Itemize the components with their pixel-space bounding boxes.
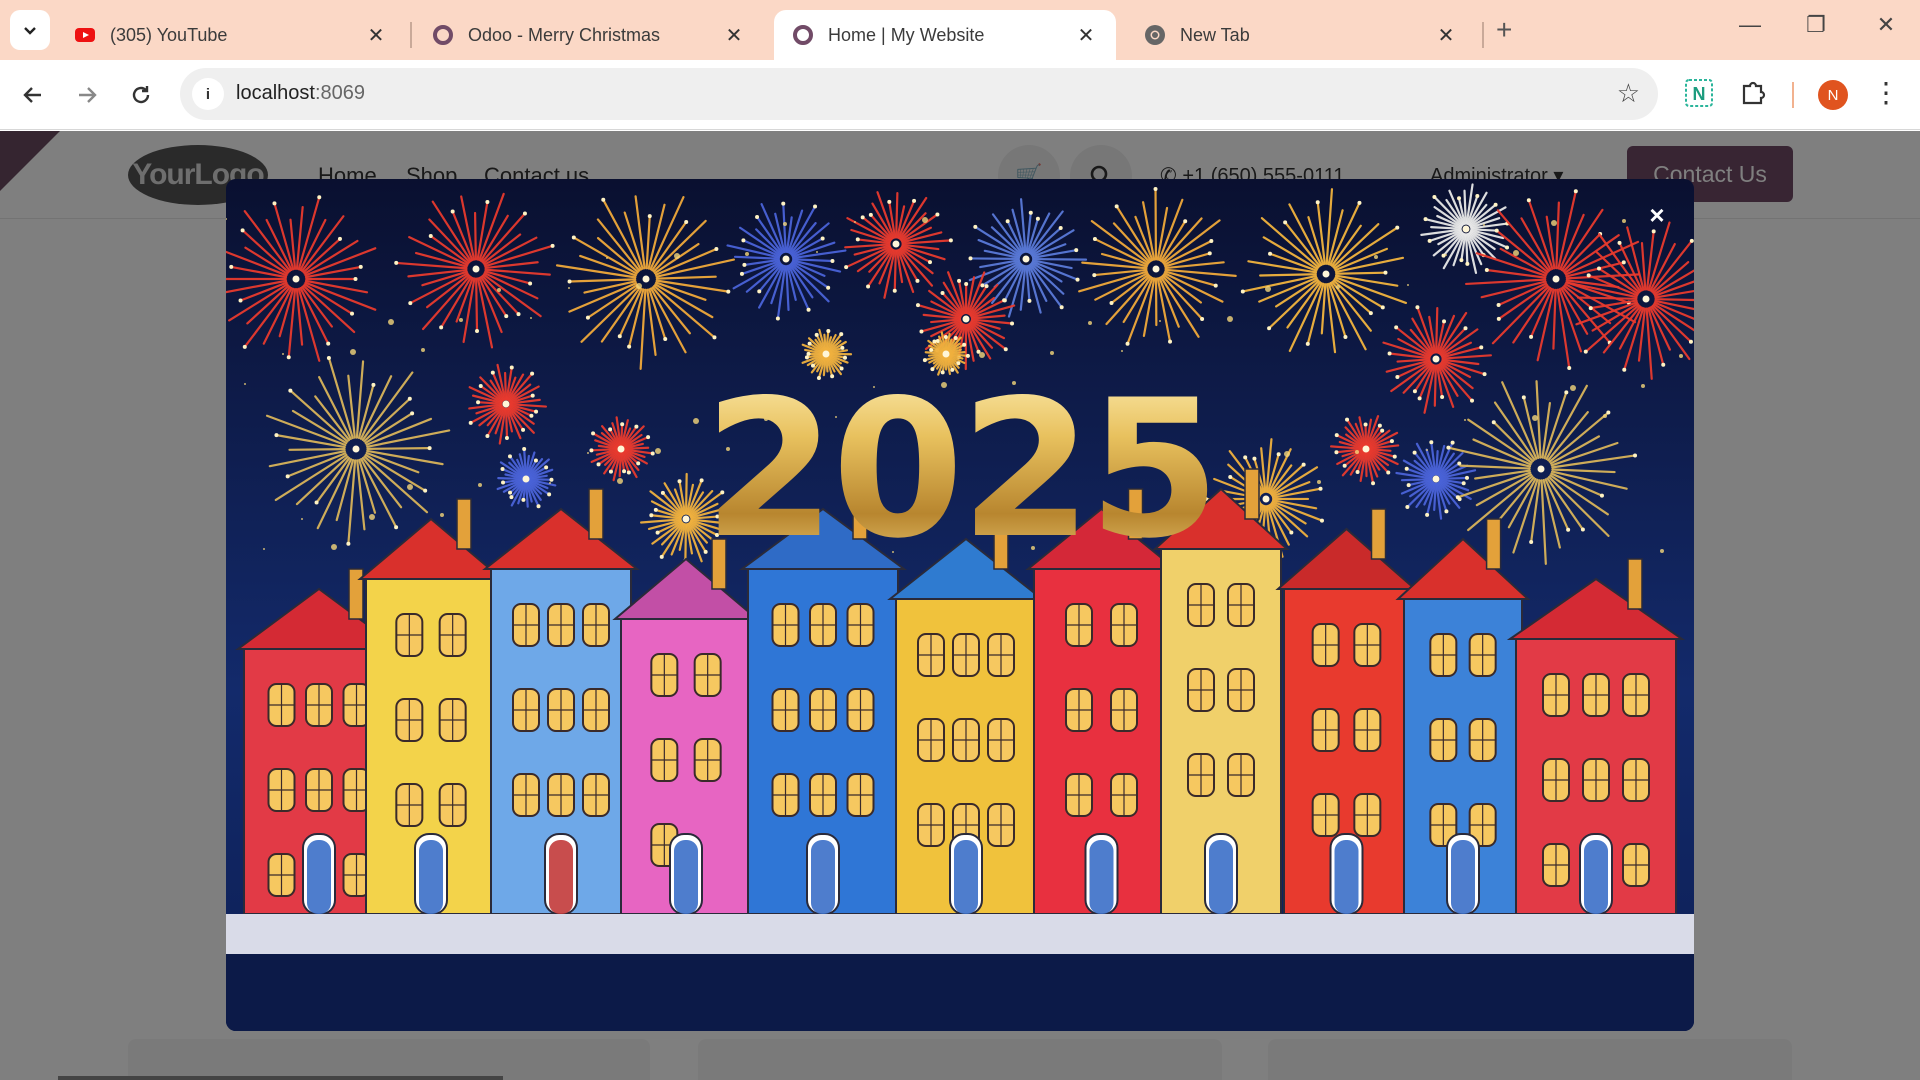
chrome-icon [1145,25,1165,45]
star [816,251,818,253]
chevron-down-icon [24,27,36,35]
tab-title: (305) YouTube [110,24,228,45]
tab-strip: (305) YouTube ✕ Odoo - Merry Christmas ✕… [0,0,1920,60]
star [459,318,463,322]
tab-title: New Tab [1180,24,1250,45]
star [1407,284,1409,286]
new-year-popup: 2025 × [226,179,1694,1031]
star [636,283,642,289]
star [922,217,928,223]
bottom-band [226,954,1694,1031]
website-page: YourLogo Home Shop Contact us 🛒 ✆ +1 (65… [0,131,1920,1080]
star [1121,350,1123,352]
star [1088,321,1092,325]
star [979,352,985,358]
browser-toolbar: i localhost:8069 ☆ N N ⋮ [0,60,1920,130]
minimize-icon[interactable]: — [1730,12,1770,38]
star [1159,320,1161,322]
star [388,319,394,325]
url-text: localhost:8069 [236,82,365,105]
tab-odoo-christmas[interactable]: Odoo - Merry Christmas ✕ [414,10,764,60]
tab-separator [1482,22,1484,48]
extensions-puzzle-icon[interactable] [1738,78,1768,113]
restore-icon[interactable]: ❐ [1796,12,1836,38]
forward-arrow-icon[interactable] [70,78,104,112]
window-close-icon[interactable]: ✕ [1866,12,1906,38]
browser-menu-icon[interactable]: ⋮ [1872,76,1900,109]
star [1551,220,1557,226]
odoo-icon [433,25,453,45]
star [1513,250,1519,256]
star [568,287,570,289]
star [1265,286,1271,292]
star [282,353,284,355]
bookmark-star-icon[interactable]: ☆ [1617,78,1640,109]
youtube-icon [75,28,95,42]
star [1336,285,1340,289]
tab-youtube[interactable]: (305) YouTube ✕ [56,10,406,60]
extension-n-icon[interactable]: N [1684,78,1714,113]
tab-close-icon[interactable]: ✕ [364,23,388,48]
sidewalk [226,914,1694,954]
star [854,221,856,223]
star [1679,354,1683,358]
year-heading: 2025 [226,359,1694,580]
back-arrow-icon[interactable] [16,78,50,112]
odoo-icon [793,25,813,45]
url-host: localhost [236,82,315,104]
star [530,317,532,319]
address-bar[interactable]: i localhost:8069 ☆ [180,68,1658,120]
star [1445,254,1447,256]
tab-my-website[interactable]: Home | My Website ✕ [774,10,1116,60]
star [1622,219,1626,223]
star [421,348,425,352]
tab-close-icon[interactable]: ✕ [1434,23,1458,48]
tab-close-icon[interactable]: ✕ [722,23,746,48]
modal-close-icon[interactable]: × [1642,201,1672,231]
site-info-icon[interactable]: i [192,78,224,110]
taskbar-line [58,1076,503,1080]
toolbar-divider [1792,82,1794,108]
star [497,288,501,292]
tab-search-button[interactable] [10,10,50,50]
star [1050,351,1054,355]
star [1227,316,1233,322]
new-tab-plus-icon[interactable]: + [1496,14,1512,46]
tab-close-icon[interactable]: ✕ [1074,23,1098,48]
star [1374,255,1378,259]
url-port: :8069 [314,82,365,104]
tab-title: Home | My Website [828,24,985,45]
star [674,253,680,259]
star [606,257,608,259]
reload-icon[interactable] [124,78,158,112]
new-year-illustration [226,179,1694,1031]
tab-title: Odoo - Merry Christmas [468,24,661,45]
profile-avatar[interactable]: N [1818,80,1848,110]
tab-new-tab[interactable]: New Tab ✕ [1126,10,1476,60]
star [350,349,356,355]
star [1483,224,1485,226]
star [783,222,787,226]
star [745,252,749,256]
tab-separator [410,22,412,48]
extension-badge-text: N [1693,84,1706,104]
